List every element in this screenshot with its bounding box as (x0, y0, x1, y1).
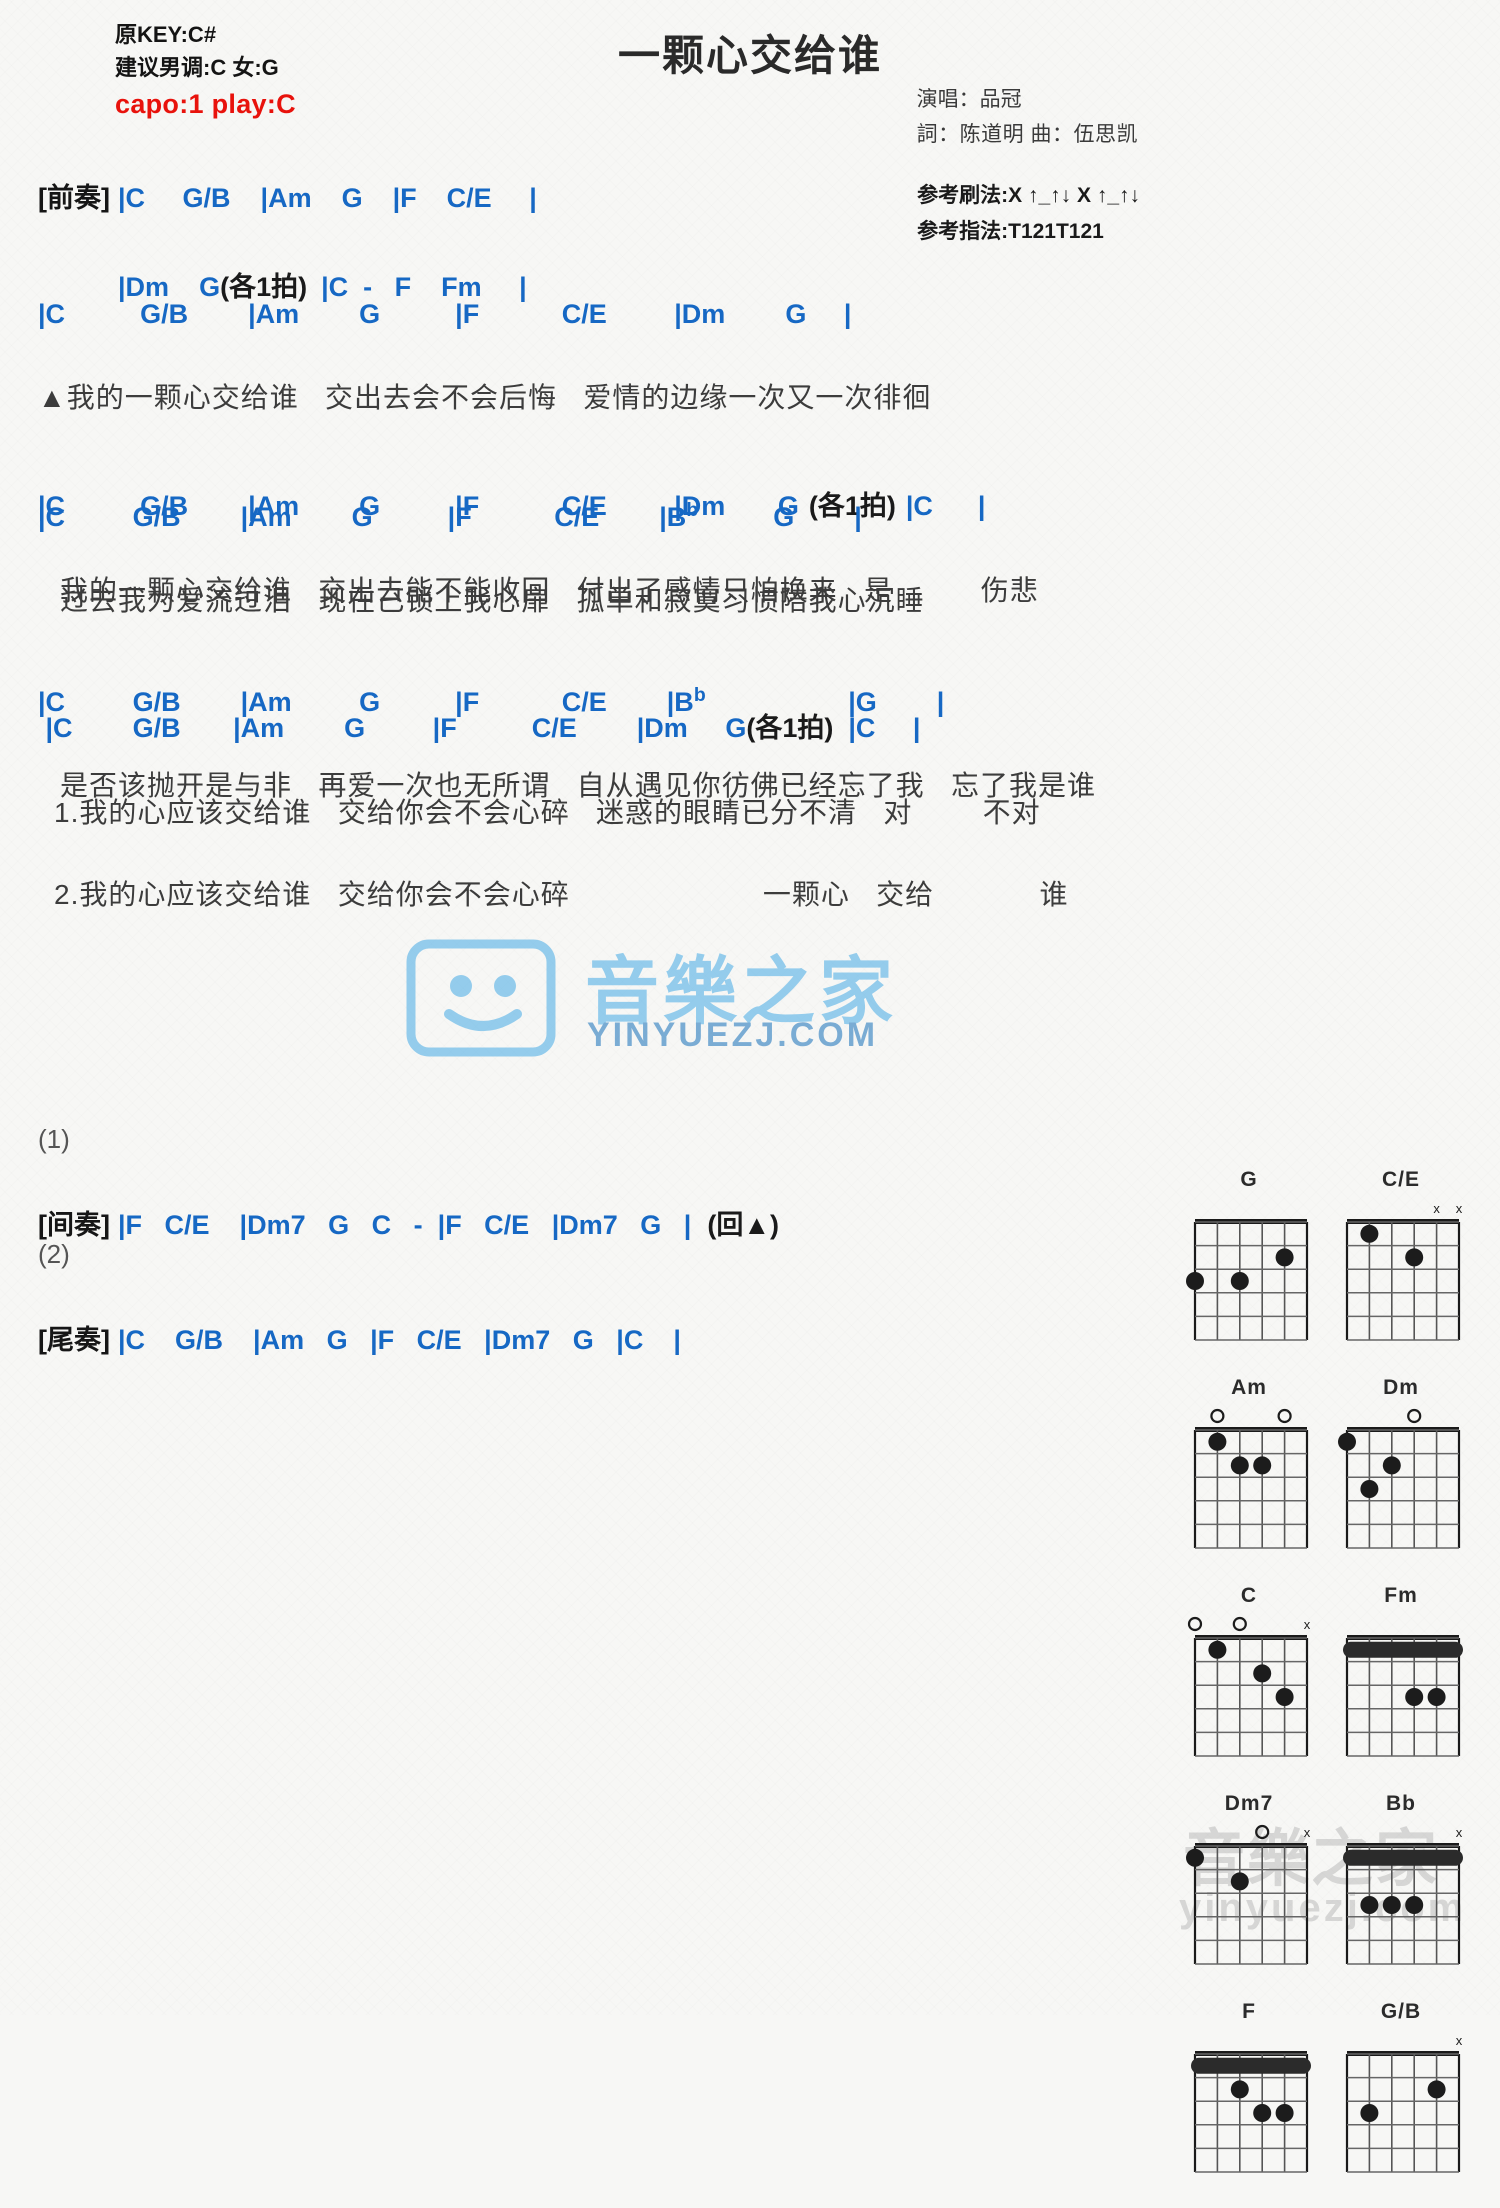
chord-diagram-name: Am (1231, 1376, 1267, 1399)
section-chorus: |C G/B |Am G |F C/E |Dm G (各1拍) |C | 1.我… (38, 670, 1069, 949)
chord-diagram-row: Am Dm (1185, 1376, 1485, 1556)
writer-label: 詞：陈道明 曲：伍思凯 (916, 123, 1138, 146)
chord-grid: x (1343, 1825, 1463, 1965)
chord-diagram-name: C/E (1381, 1168, 1420, 1191)
chord-diagram-name: G/B (1380, 2000, 1422, 2023)
chorus-chords-a: |C G/B |Am G |F C/E |Dm G (38, 713, 747, 743)
chord-grid: x (1186, 1824, 1311, 1965)
verse2-line1-chords: |C G/B |Am G |F C/E |Bb G | (38, 499, 1096, 533)
chord-grid (1338, 1408, 1461, 1549)
chord-grid (1193, 1408, 1309, 1549)
verse2-l1-pre: |C G/B |Am G |F C/E |B (38, 502, 687, 532)
chord-diagram-c-e: C/E x x (1337, 1168, 1465, 1348)
verse1-line1-lyrics: ▲我的一颗心交给谁 交出去会不会后悔 爱情的边缘一次又一次徘徊 (38, 382, 932, 413)
watermark-url: YINYUEZJ.COM (587, 1016, 879, 1054)
chord-diagram-name: Fm (1384, 1584, 1418, 1607)
verse2-line1-lyrics: 过去我为爱流过泪 现在己锁上我心扉 孤单和寂寞习惯陪我心沉睡 (60, 585, 925, 616)
chord-diagram-row: F G/B x (1185, 2000, 1485, 2180)
chorus-lyrics-2: 2.我的心应该交给谁 交给你会不会心碎 一颗心 交给 谁 (54, 879, 1069, 910)
chord-diagram-c: Cx (1185, 1584, 1313, 1764)
chord-diagram-row: Dm7 x Bb x (1185, 1792, 1485, 1972)
svg-text:x: x (1304, 1617, 1311, 1632)
chord-grid: x (1187, 1616, 1311, 1757)
chord-diagram-name: G (1240, 1168, 1258, 1191)
chord-grid (1343, 1635, 1463, 1757)
chord-diagram-name: Dm (1383, 1376, 1419, 1399)
chorus-beat-note: (各1拍) (746, 713, 834, 743)
credits-block: 演唱：品冠 詞：陈道明 曲：伍思凯 (917, 82, 1138, 152)
verse2-l1-flat: b (686, 499, 699, 521)
capo-label: capo:1 play:C (115, 89, 296, 119)
verse1-line1-chords: |C G/B |Am G |F C/E |Dm G | (38, 299, 852, 329)
chord-diagram-fm: Fm (1337, 1584, 1465, 1764)
verse2-l1-post: G | (698, 502, 862, 532)
svg-text:x: x (1456, 2033, 1463, 2048)
chord-diagram-name: Bb (1386, 1792, 1416, 1815)
chord-grid (1186, 1219, 1309, 1341)
site-watermark: 音樂之家 YINYUEZJ.COM (395, 930, 1035, 1080)
outro-chords: |C G/B |Am G |F C/E |Dm7 G |C | (117, 1325, 681, 1355)
outro-number: (2) (38, 1239, 70, 1269)
chord-diagram-g: G (1185, 1168, 1313, 1348)
chord-diagram-name: F (1242, 2000, 1256, 2023)
interlude-repeat-note: (回▲) (707, 1210, 780, 1240)
chord-diagram-name: Dm7 (1224, 1792, 1274, 1815)
chord-grid: xx (1345, 1201, 1463, 1341)
chord-diagram-row: G C/E x x (1185, 1168, 1485, 1348)
svg-text:x: x (1304, 1825, 1311, 1840)
chord-diagram-am: Am (1185, 1376, 1313, 1556)
outro-tag: [尾奏] (38, 1325, 110, 1355)
svg-text:x: x (1456, 1825, 1463, 1840)
chorus-chords-b: |C | (833, 713, 921, 743)
chord-sheet-page: 原KEY:C# 建议男调:C 女:G capo:1 play:C 一颗心交给谁 … (0, 0, 1500, 2173)
fingerstyle-pattern-label: 参考指法:T121T121 (917, 220, 1104, 243)
chord-diagram-dm7: Dm7 x (1185, 1792, 1313, 1972)
play-reference-block: 参考刷法:X ↑_↑↓ X ↑_↑↓ 参考指法:T121T121 (917, 178, 1140, 250)
chord-diagram-panel: G C/E x x Am Dm Cx Fm Dm7 x Bb x F G/B x (1185, 1168, 1485, 2208)
chord-diagram-name: C (1240, 1584, 1258, 1607)
page-title: 一颗心交给谁 (617, 32, 882, 79)
svg-text:x: x (1456, 1201, 1463, 1216)
chorus-lyrics-1: 1.我的心应该交给谁 交给你会不会心碎 迷惑的眼睛已分不清 对 不对 (54, 797, 1041, 828)
section-outro: (2) [尾奏] |C G/B |Am G |F C/E |Dm7 G |C | (38, 1203, 681, 1393)
strum-pattern-label: 参考刷法:X ↑_↑↓ X ↑_↑↓ (917, 184, 1140, 207)
chord-grid (1191, 2051, 1311, 2173)
intro-tag: [前奏] (38, 183, 110, 213)
singer-label: 演唱：品冠 (916, 88, 1022, 111)
chord-diagram-f: F (1185, 2000, 1313, 2180)
chord-diagram-dm: Dm (1337, 1376, 1465, 1556)
watermark-logo-icon (406, 939, 556, 1057)
interlude-number: (1) (38, 1124, 70, 1154)
chord-grid: x (1345, 2033, 1463, 2173)
chord-diagram-row: Cx Fm (1185, 1584, 1485, 1764)
intro-chords-line1: |C G/B |Am G |F C/E | (117, 183, 537, 213)
chord-diagram-g-b: G/B x (1337, 2000, 1465, 2180)
svg-text:x: x (1433, 1201, 1440, 1216)
chord-diagram-bb: Bb x (1337, 1792, 1465, 1972)
